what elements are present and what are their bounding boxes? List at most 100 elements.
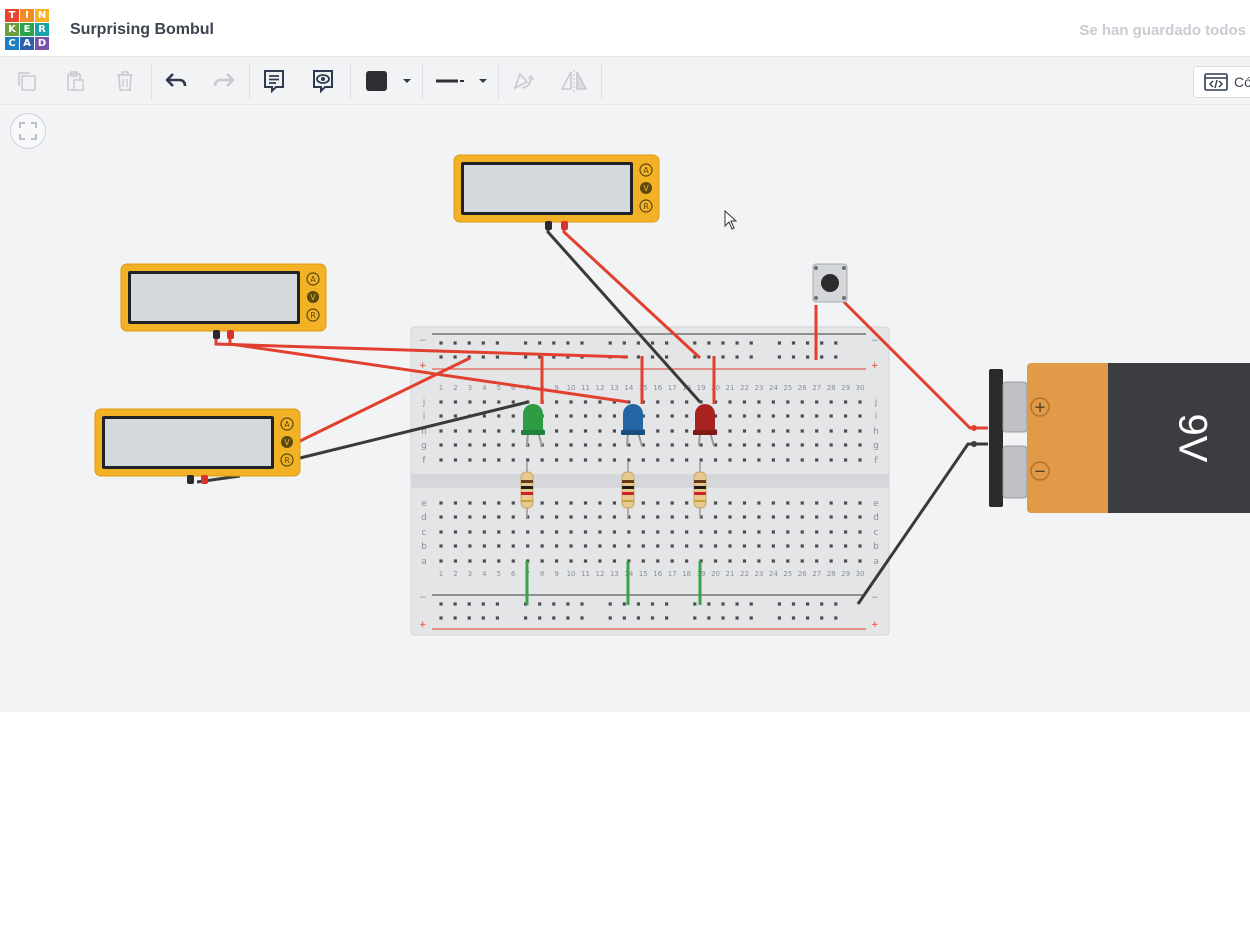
breadboard-hole[interactable] [829,400,833,404]
breadboard-hole[interactable] [800,458,804,462]
multimeter-left-top-v[interactable]: V [310,293,316,302]
multimeter-left-bottom-a[interactable]: A [284,420,290,429]
breadboard-hole[interactable] [786,458,790,462]
breadboard-hole[interactable] [749,602,753,606]
breadboard-hole[interactable] [777,355,781,359]
breadboard-hole[interactable] [829,515,833,519]
breadboard-hole[interactable] [771,400,775,404]
breadboard-hole[interactable] [757,515,761,519]
breadboard-hole[interactable] [439,355,443,359]
breadboard-hole[interactable] [497,458,501,462]
breadboard-hole[interactable] [524,341,528,345]
breadboard-hole[interactable] [482,501,486,505]
breadboard-hole[interactable] [598,515,602,519]
breadboard-hole[interactable] [555,458,559,462]
breadboard-hole[interactable] [636,355,640,359]
breadboard-hole[interactable] [670,414,674,418]
breadboard-hole[interactable] [552,341,556,345]
breadboard-hole[interactable] [468,400,472,404]
breadboard-hole[interactable] [583,429,588,433]
breadboard-hole[interactable] [524,616,528,620]
breadboard-hole[interactable] [453,429,458,433]
breadboard-hole[interactable] [771,443,775,447]
breadboard-hole[interactable] [858,530,862,534]
breadboard-hole[interactable] [757,559,761,563]
breadboard-hole[interactable] [834,355,838,359]
breadboard-hole[interactable] [728,458,732,462]
breadboard-hole[interactable] [670,458,674,462]
breadboard-hole[interactable] [453,530,458,534]
breadboard-hole[interactable] [815,559,819,563]
breadboard-hole[interactable] [583,515,588,519]
breadboard-hole[interactable] [468,544,472,548]
breadboard-hole[interactable] [786,515,790,519]
breadboard-hole[interactable] [786,400,790,404]
breadboard-hole[interactable] [693,602,697,606]
breadboard-hole[interactable] [526,530,530,534]
breadboard-hole[interactable] [800,544,804,548]
breadboard-hole[interactable] [806,341,810,345]
breadboard-hole[interactable] [665,602,669,606]
breadboard-hole[interactable] [829,559,833,563]
breadboard-hole[interactable] [665,355,669,359]
breadboard-hole[interactable] [685,400,689,404]
breadboard-hole[interactable] [815,458,819,462]
breadboard-hole[interactable] [569,429,573,433]
breadboard-hole[interactable] [742,530,747,534]
breadboard-hole[interactable] [829,429,833,433]
breadboard-hole[interactable] [482,530,486,534]
breadboard-hole[interactable] [495,355,499,359]
breadboard-hole[interactable] [598,501,602,505]
code-button[interactable]: Có [1193,66,1250,98]
breadboard-hole[interactable] [569,544,573,548]
breadboard-hole[interactable] [707,616,711,620]
breadboard-hole[interactable] [524,355,528,359]
breadboard-hole[interactable] [511,429,515,433]
breadboard-hole[interactable] [453,501,458,505]
breadboard-hole[interactable] [583,400,588,404]
breadboard-hole[interactable] [721,341,725,345]
breadboard-hole[interactable] [800,414,804,418]
breadboard-hole[interactable] [829,530,833,534]
breadboard-hole[interactable] [598,443,602,447]
breadboard-hole[interactable] [858,429,862,433]
breadboard-hole[interactable] [453,544,458,548]
breadboard-hole[interactable] [583,559,588,563]
breadboard-hole[interactable] [685,458,689,462]
breadboard-hole[interactable] [707,355,711,359]
breadboard-hole[interactable] [742,458,747,462]
circuit-canvas[interactable]: 1122334455667788991010111112121313141415… [0,0,1250,712]
delete-icon[interactable] [108,64,142,98]
breadboard-hole[interactable] [858,443,862,447]
breadboard-hole[interactable] [468,443,472,447]
breadboard-hole[interactable] [685,559,689,563]
battery-minus-terminal[interactable] [971,441,977,447]
breadboard-hole[interactable] [806,602,810,606]
breadboard-hole[interactable] [786,501,790,505]
breadboard-hole[interactable] [453,414,458,418]
breadboard-hole[interactable] [526,458,530,462]
breadboard-hole[interactable] [482,443,486,447]
breadboard-hole[interactable] [820,341,824,345]
breadboard-hole[interactable] [612,530,616,534]
breadboard-hole[interactable] [728,429,732,433]
breadboard-hole[interactable] [777,602,781,606]
breadboard-hole[interactable] [713,530,718,534]
breadboard-hole[interactable] [820,602,824,606]
breadboard-hole[interactable] [641,501,645,505]
breadboard-hole[interactable] [844,429,848,433]
breadboard-hole[interactable] [612,559,616,563]
breadboard-hole[interactable] [439,616,443,620]
breadboard-hole[interactable] [685,515,689,519]
breadboard-hole[interactable] [482,429,486,433]
breadboard-hole[interactable] [815,443,819,447]
breadboard-hole[interactable] [569,414,573,418]
breadboard-hole[interactable] [482,544,486,548]
breadboard-hole[interactable] [707,341,711,345]
breadboard-hole[interactable] [453,602,457,606]
breadboard-hole[interactable] [806,355,810,359]
breadboard-hole[interactable] [566,602,570,606]
breadboard-hole[interactable] [439,602,443,606]
breadboard-hole[interactable] [844,443,848,447]
breadboard-hole[interactable] [622,602,626,606]
